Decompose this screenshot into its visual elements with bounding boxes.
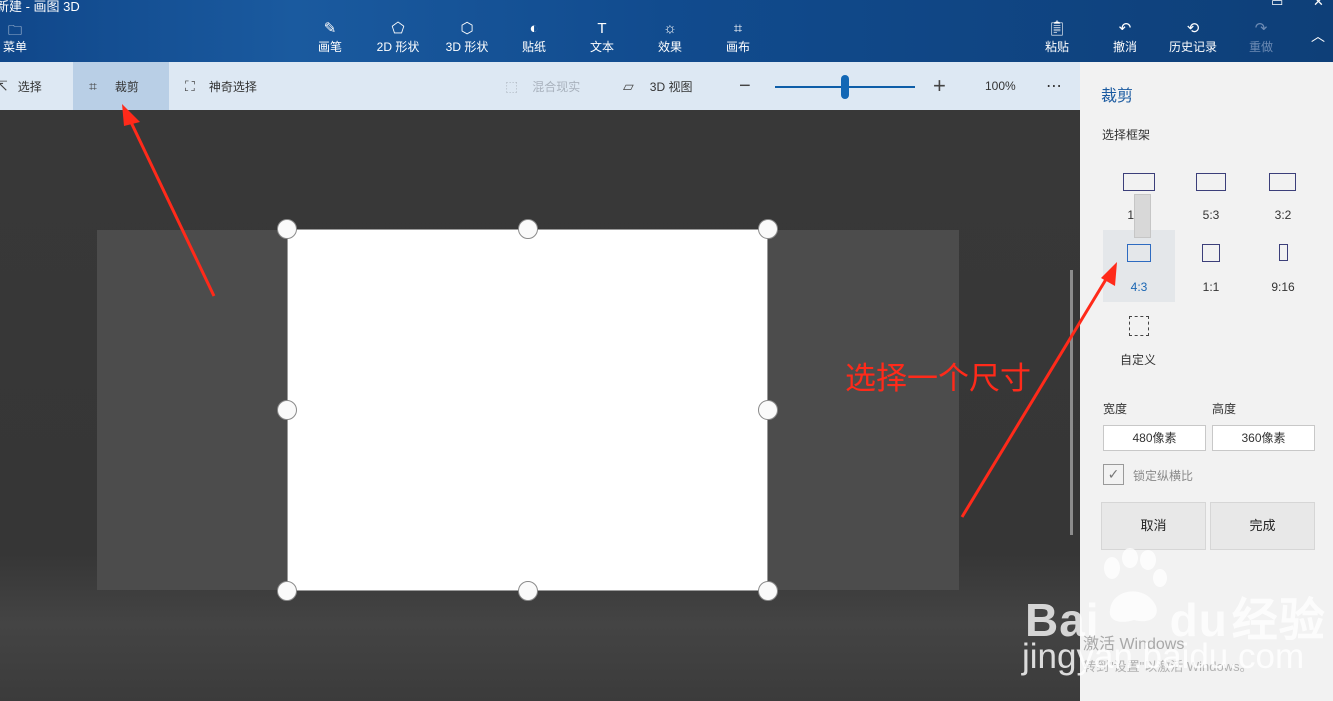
- arrow-to-ratio: [960, 262, 1117, 518]
- arrow-to-crop: [122, 104, 216, 297]
- jingyan-watermark: jingyan.baidu.com: [1022, 637, 1305, 676]
